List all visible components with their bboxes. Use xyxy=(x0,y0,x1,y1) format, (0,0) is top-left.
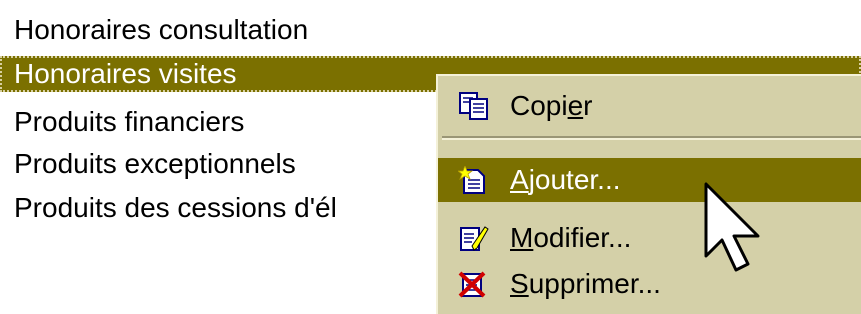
list-item[interactable]: Honoraires consultation xyxy=(0,12,861,48)
menu-separator xyxy=(442,136,861,140)
menu-item-label: Supprimer... xyxy=(510,268,661,299)
mouse-pointer-icon xyxy=(704,182,760,272)
delete-icon xyxy=(458,271,486,298)
menu-item-delete[interactable]: Supprimer... xyxy=(438,262,861,306)
copy-icon xyxy=(459,92,488,120)
new-document-icon xyxy=(458,166,485,194)
menu-item-copy[interactable]: Copier xyxy=(438,84,861,128)
edit-document-icon xyxy=(460,226,489,251)
menu-item-label: Copier xyxy=(510,90,593,121)
context-menu: Copier Ajouter... Modifier... Supprimer.… xyxy=(436,74,861,314)
menu-item-label: Ajouter... xyxy=(510,164,621,195)
menu-item-label: Modifier... xyxy=(510,222,632,253)
menu-item-edit[interactable]: Modifier... xyxy=(438,216,861,260)
menu-item-add[interactable]: Ajouter... xyxy=(438,158,861,202)
